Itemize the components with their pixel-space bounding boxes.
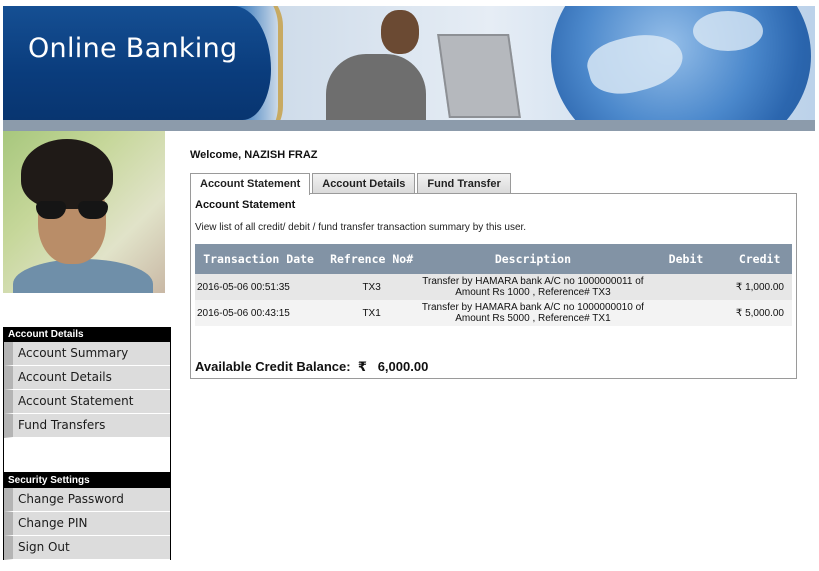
security-menu: Security Settings Change Password Change… <box>3 473 171 560</box>
cell-credit: ₹ 5,000.00 <box>727 300 792 326</box>
tab-account-details[interactable]: Account Details <box>312 173 416 194</box>
statement-panel: Account Statement View list of all credi… <box>190 193 797 379</box>
tab-fund-transfer[interactable]: Fund Transfer <box>417 173 511 194</box>
globe-land <box>693 11 763 51</box>
sidebar-item-change-pin[interactable]: Change PIN <box>4 512 170 536</box>
avatar-shirt <box>13 259 153 293</box>
col-header-credit: Credit <box>727 244 792 274</box>
transaction-table: Transaction Date Refrence No# Descriptio… <box>195 244 792 326</box>
laptop-image <box>437 34 521 118</box>
cell-credit: ₹ 1,000.00 <box>727 274 792 300</box>
security-menu-heading: Security Settings <box>4 474 170 488</box>
panel-description: View list of all credit/ debit / fund tr… <box>195 222 527 233</box>
cell-description: Transfer by HAMARA bank A/C no 100000001… <box>421 300 645 326</box>
balance-amount: 6,000.00 <box>377 359 429 374</box>
user-avatar <box>3 131 165 293</box>
sidebar-item-fund-transfers[interactable]: Fund Transfers <box>4 414 170 438</box>
col-header-transaction-date: Transaction Date <box>195 244 323 274</box>
balance-label: Available Credit Balance: <box>195 359 351 374</box>
col-header-description: Description <box>421 244 645 274</box>
sidebar-item-change-password[interactable]: Change Password <box>4 488 170 512</box>
available-balance: Available Credit Balance: ₹ 6,000.00 <box>195 359 428 375</box>
app-title: Online Banking <box>28 33 238 64</box>
banner-person-image <box>318 10 438 120</box>
table-row: 2016-05-06 00:43:15 TX1 Transfer by HAMA… <box>195 300 792 326</box>
header-banner: Online Banking <box>3 6 815 120</box>
table-header-row: Transaction Date Refrence No# Descriptio… <box>195 244 792 274</box>
cell-reference: TX1 <box>322 300 422 326</box>
welcome-message: Welcome, NAZISH FRAZ <box>190 149 318 161</box>
panel-title: Account Statement <box>195 199 296 211</box>
sidebar-item-account-summary[interactable]: Account Summary <box>4 342 170 366</box>
avatar-hair <box>21 139 113 209</box>
banner-gold-arc <box>243 6 283 120</box>
table-row: 2016-05-06 00:51:35 TX3 Transfer by HAMA… <box>195 274 792 300</box>
cell-debit <box>644 274 728 300</box>
person-head <box>381 10 419 54</box>
cell-debit <box>644 300 728 326</box>
tab-account-statement[interactable]: Account Statement <box>190 173 311 195</box>
sidebar-item-sign-out[interactable]: Sign Out <box>4 536 170 560</box>
tab-bar: Account Statement Account Details Fund T… <box>190 173 513 195</box>
cell-reference: TX3 <box>322 274 422 300</box>
cell-date: 2016-05-06 00:43:15 <box>195 300 323 326</box>
cell-description: Transfer by HAMARA bank A/C no 100000001… <box>421 274 645 300</box>
account-menu: Account Details Account Summary Account … <box>3 327 171 473</box>
cell-date: 2016-05-06 00:51:35 <box>195 274 323 300</box>
person-body <box>326 54 426 120</box>
header-divider-strip <box>3 120 815 131</box>
sidebar-item-account-statement[interactable]: Account Statement <box>4 390 170 414</box>
rupee-currency-icon: ₹ <box>357 359 367 374</box>
col-header-reference: Refrence No# <box>322 244 422 274</box>
col-header-debit: Debit <box>644 244 728 274</box>
account-menu-heading: Account Details <box>4 328 170 342</box>
avatar-sunglasses <box>36 201 108 221</box>
sidebar-item-account-details[interactable]: Account Details <box>4 366 170 390</box>
